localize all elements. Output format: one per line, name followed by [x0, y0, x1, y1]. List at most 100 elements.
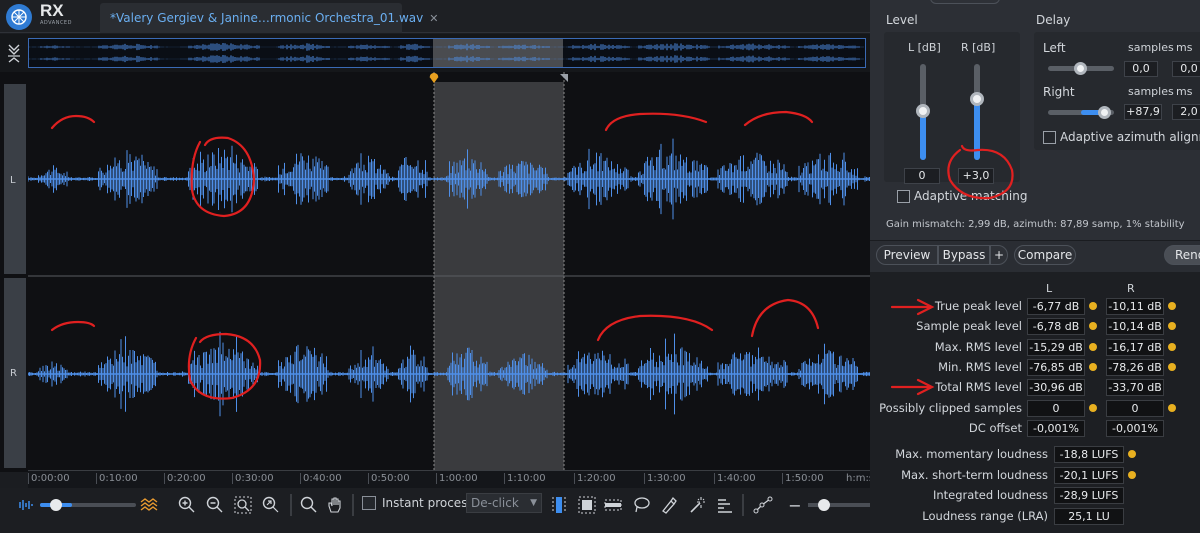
- panel-top-button[interactable]: [930, 0, 1000, 4]
- adaptive-azimuth-checkbox[interactable]: [1043, 131, 1056, 144]
- overview-waveform[interactable]: [28, 38, 866, 68]
- meter-left-value: -6,78 dB: [1027, 318, 1085, 335]
- meter-left-value: -30,96 dB: [1027, 379, 1085, 396]
- ruler-tick: 0:20:00: [164, 473, 206, 484]
- loudness-label: Integrated loudness: [932, 488, 1048, 502]
- meter-left-header: L: [1046, 282, 1053, 295]
- frequency-selection-icon[interactable]: [602, 494, 624, 516]
- ruler-tick: 1:40:00: [714, 473, 756, 484]
- zoom-selection-icon[interactable]: [232, 494, 254, 516]
- brush-tool-icon[interactable]: [658, 494, 680, 516]
- zoom-out-icon[interactable]: [204, 494, 226, 516]
- toolbar-divider: [290, 494, 292, 516]
- meter-right-value: -10,14 dB: [1106, 318, 1164, 335]
- playhead-marker-icon[interactable]: [428, 72, 440, 84]
- horizontal-zoom-slider[interactable]: [808, 499, 870, 511]
- instant-process-checkbox[interactable]: [362, 496, 376, 510]
- meter-right-value: -10,11 dB: [1106, 298, 1164, 315]
- lasso-tool-icon[interactable]: [630, 494, 652, 516]
- ruler-tick: 0:10:00: [96, 473, 138, 484]
- waveform-view-icon[interactable]: [14, 494, 36, 516]
- left-level-slider[interactable]: [916, 64, 930, 160]
- channel-left-label: L: [10, 175, 16, 186]
- bypass-button[interactable]: Bypass: [938, 245, 990, 265]
- bottom-toolbar: Instant process De-click ▼ −: [0, 488, 870, 533]
- delay-ms-header: ms: [1176, 41, 1193, 54]
- adaptive-matching-checkbox[interactable]: [897, 190, 910, 203]
- meter-left-value: -76,85 dB: [1027, 359, 1085, 376]
- zoom-minus-icon[interactable]: −: [788, 494, 802, 516]
- zoom-fit-icon[interactable]: [260, 494, 282, 516]
- add-preview-button[interactable]: +: [990, 245, 1008, 265]
- right-level-value[interactable]: +3,0: [958, 168, 994, 184]
- instant-process-path-icon[interactable]: [752, 494, 774, 516]
- channel-right-label: R: [10, 368, 17, 379]
- module-action-bar: Preview Bypass + Compare Rend: [870, 240, 1200, 270]
- meter-left-value: -6,77 dB: [1027, 298, 1085, 315]
- right-level-slider[interactable]: [970, 64, 984, 160]
- meter-row-label: Max. RMS level: [934, 340, 1022, 354]
- zoom-in-icon[interactable]: [176, 494, 198, 516]
- spectrogram-view-icon[interactable]: [138, 494, 160, 516]
- app-brand: RX ADVANCED: [40, 2, 72, 26]
- collapse-overview-icon[interactable]: [6, 42, 22, 64]
- waveform-overview[interactable]: [0, 34, 870, 72]
- compare-button[interactable]: Compare: [1014, 245, 1076, 265]
- preview-button[interactable]: Preview: [876, 245, 938, 265]
- file-tab[interactable]: *Valery Gergiev & Janine…rmonic Orchestr…: [100, 3, 438, 33]
- delay-right-samples[interactable]: +87,9: [1124, 104, 1162, 120]
- toolbar-divider: [352, 494, 354, 516]
- delay-ms-header-2: ms: [1176, 85, 1193, 98]
- warning-icon: [1089, 343, 1097, 351]
- selection-end-marker-icon[interactable]: [560, 74, 568, 82]
- warning-icon: [1089, 363, 1097, 371]
- waveform-display[interactable]: L R: [0, 72, 870, 472]
- adaptive-azimuth-label: Adaptive azimuth alignmen: [1060, 130, 1200, 144]
- right-db-header: R [dB]: [961, 41, 996, 54]
- warning-icon: [1168, 404, 1176, 412]
- title-bar: RX ADVANCED *Valery Gergiev & Janine…rmo…: [0, 0, 870, 33]
- waveform-canvas[interactable]: [28, 72, 870, 472]
- left-level-value[interactable]: 0: [904, 168, 940, 184]
- delay-left-samples[interactable]: 0,0: [1124, 61, 1158, 77]
- magic-wand-icon[interactable]: [686, 494, 708, 516]
- delay-section-title: Delay: [1036, 13, 1071, 27]
- instant-process-mode-select[interactable]: De-click ▼: [466, 493, 542, 513]
- zoom-tool-icon[interactable]: [298, 494, 320, 516]
- overview-selection[interactable]: [433, 39, 563, 67]
- loudness-label: Loudness range (LRA): [922, 509, 1048, 523]
- hand-tool-icon[interactable]: [324, 494, 346, 516]
- waveform-spectrogram-blend-slider[interactable]: [40, 499, 136, 511]
- azimuth-module-panel: Level L [dB] R [dB] 0 +3,0 Adaptive matc…: [870, 0, 1200, 533]
- delay-right-slider[interactable]: [1048, 106, 1114, 119]
- ruler-tick: 1:50:00: [782, 473, 824, 484]
- loudness-value: -20,1 LUFS: [1054, 467, 1124, 484]
- delay-left-label: Left: [1043, 41, 1066, 55]
- time-selection-tool-icon[interactable]: [548, 494, 570, 516]
- azimuth-status-text: Gain mismatch: 2,99 dB, azimuth: 87,89 s…: [886, 219, 1185, 230]
- warning-icon: [1168, 363, 1176, 371]
- warning-icon: [1128, 471, 1136, 479]
- meter-row-label: Min. RMS level: [938, 360, 1022, 374]
- meter-right-value: -78,26 dB: [1106, 359, 1164, 376]
- izotope-logo-icon: [6, 4, 32, 30]
- delay-right-ms[interactable]: 2,0: [1172, 104, 1200, 120]
- meter-right-header: R: [1127, 282, 1135, 295]
- loudness-label: Max. short-term loudness: [901, 468, 1048, 482]
- ruler-tick: 0:30:00: [232, 473, 274, 484]
- warning-icon: [1089, 404, 1097, 412]
- harmonic-selection-icon[interactable]: [714, 494, 736, 516]
- time-frequency-selection-icon[interactable]: [576, 494, 598, 516]
- warning-icon: [1128, 450, 1136, 458]
- render-button[interactable]: Rend: [1164, 245, 1200, 265]
- ruler-tick: 0:50:00: [368, 473, 410, 484]
- close-tab-icon[interactable]: ✕: [429, 12, 438, 25]
- meter-right-value: -33,70 dB: [1106, 379, 1164, 396]
- delay-left-ms[interactable]: 0,0: [1172, 61, 1200, 77]
- file-tab-title: *Valery Gergiev & Janine…rmonic Orchestr…: [110, 11, 424, 25]
- delay-left-slider[interactable]: [1048, 62, 1114, 75]
- time-ruler[interactable]: 0:00:00 0:10:00 0:20:00 0:30:00 0:40:00 …: [28, 470, 874, 488]
- meter-right-value: 0: [1106, 400, 1164, 417]
- app-edition: ADVANCED: [40, 20, 72, 26]
- ruler-tick: 0:00:00: [28, 473, 70, 484]
